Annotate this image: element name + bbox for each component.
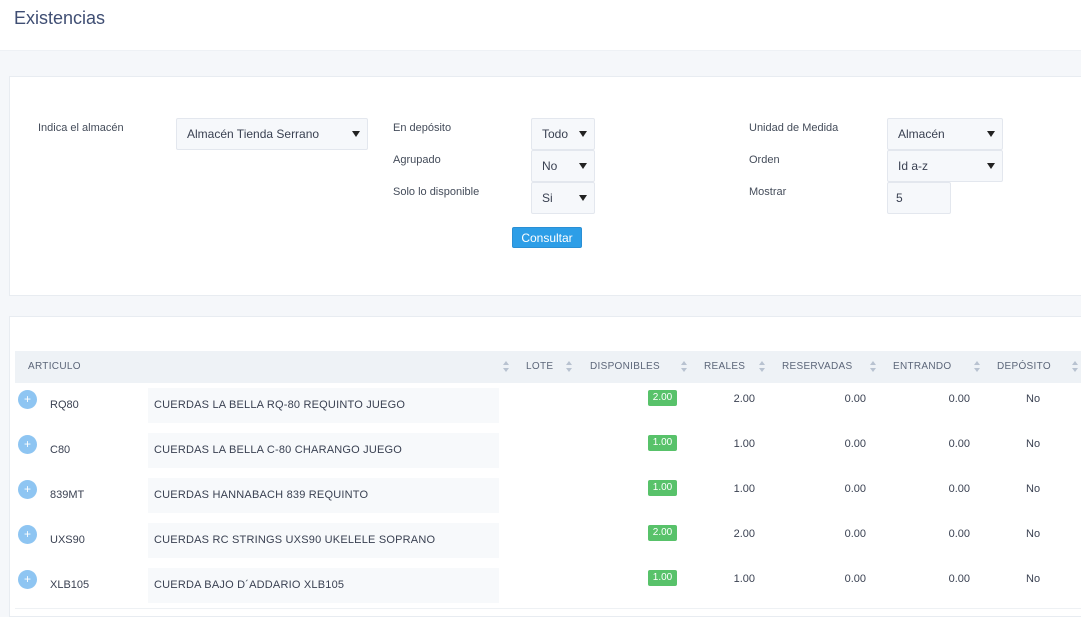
chevron-down-icon: [579, 195, 587, 201]
table-row: + 839MT CUERDAS HANNABACH 839 REQUINTO 1…: [15, 473, 1081, 519]
column-disponibles[interactable]: DISPONIBLES: [590, 351, 660, 383]
article-description: CUERDAS LA BELLA RQ-80 REQUINTO JUEGO: [154, 399, 406, 411]
chevron-down-icon: [352, 131, 360, 137]
deposit-label: En depósito: [393, 122, 452, 134]
chevron-down-icon: [987, 131, 995, 137]
order-select-value: Id a-z: [898, 159, 929, 173]
available-badge: 2.00: [648, 525, 677, 541]
consultar-button[interactable]: Consultar: [512, 227, 582, 248]
reales-value: 1.00: [733, 483, 755, 495]
entrando-value: 0.00: [948, 483, 970, 495]
expand-row-icon[interactable]: +: [18, 525, 37, 544]
entrando-value: 0.00: [948, 528, 970, 540]
sort-icon[interactable]: [974, 361, 980, 373]
article-code: C80: [50, 444, 71, 456]
sort-icon[interactable]: [681, 361, 687, 373]
table-header: ARTICULO LOTE DISPONIBLES REALES RESERVA…: [15, 351, 1081, 383]
deposito-value: No: [1026, 438, 1041, 450]
reservadas-value: 0.00: [844, 393, 866, 405]
expand-row-icon[interactable]: +: [18, 570, 37, 589]
column-entrando[interactable]: ENTRANDO: [893, 351, 952, 383]
deposit-select-value: Todo: [542, 127, 569, 141]
available-badge: 1.00: [648, 570, 677, 586]
article-description: CUERDAS LA BELLA C-80 CHARANGO JUEGO: [154, 444, 403, 456]
reservadas-value: 0.00: [844, 573, 866, 585]
show-label: Mostrar: [749, 186, 787, 198]
column-lote[interactable]: LOTE: [526, 351, 553, 383]
available-badge: 2.00: [648, 390, 677, 406]
entrando-value: 0.00: [948, 573, 970, 585]
table-row: + XLB105 CUERDA BAJO D´ADDARIO XLB105 1.…: [15, 563, 1081, 609]
article-description: CUERDA BAJO D´ADDARIO XLB105: [154, 579, 345, 591]
article-code: XLB105: [50, 579, 90, 591]
show-input[interactable]: 5: [887, 182, 951, 214]
expand-row-icon[interactable]: +: [18, 480, 37, 499]
reales-value: 1.00: [733, 438, 755, 450]
column-articulo[interactable]: ARTICULO: [28, 351, 81, 383]
column-reservadas[interactable]: RESERVADAS: [782, 351, 852, 383]
deposito-value: No: [1026, 573, 1041, 585]
warehouse-label: Indica el almacén: [38, 122, 124, 134]
order-label: Orden: [749, 154, 780, 166]
show-input-value: 5: [896, 191, 903, 205]
table-row: + C80 CUERDAS LA BELLA C-80 CHARANGO JUE…: [15, 428, 1081, 474]
available-badge: 1.00: [648, 480, 677, 496]
available-badge: 1.00: [648, 435, 677, 451]
chevron-down-icon: [579, 163, 587, 169]
sort-icon[interactable]: [759, 361, 765, 373]
unit-label: Unidad de Medida: [749, 122, 839, 134]
article-code: UXS90: [50, 534, 85, 546]
deposito-value: No: [1026, 483, 1041, 495]
available-select[interactable]: Si: [531, 182, 595, 214]
sort-icon[interactable]: [566, 361, 572, 373]
expand-row-icon[interactable]: +: [18, 390, 37, 409]
sort-icon[interactable]: [503, 361, 509, 373]
reales-value: 2.00: [733, 393, 755, 405]
reales-value: 1.00: [733, 573, 755, 585]
unit-select[interactable]: Almacén: [887, 118, 1003, 150]
page-title: Existencias: [14, 8, 106, 28]
grouped-label: Agrupado: [393, 154, 441, 166]
filters-panel: Indica el almacén Almacén Tienda Serrano…: [9, 76, 1081, 296]
available-select-value: Si: [542, 191, 553, 205]
deposito-value: No: [1026, 393, 1041, 405]
article-description: CUERDAS RC STRINGS UXS90 UKELELE SOPRANO: [154, 534, 436, 546]
warehouse-select-value: Almacén Tienda Serrano: [187, 127, 320, 141]
table-row: + RQ80 CUERDAS LA BELLA RQ-80 REQUINTO J…: [15, 383, 1081, 429]
reservadas-value: 0.00: [844, 438, 866, 450]
stock-panel: ARTICULO LOTE DISPONIBLES REALES RESERVA…: [9, 316, 1081, 617]
chevron-down-icon: [579, 131, 587, 137]
article-code: 839MT: [50, 489, 85, 501]
reservadas-value: 0.00: [844, 528, 866, 540]
article-description: CUERDAS HANNABACH 839 REQUINTO: [154, 489, 369, 501]
expand-row-icon[interactable]: +: [18, 435, 37, 454]
reservadas-value: 0.00: [844, 483, 866, 495]
column-reales[interactable]: REALES: [704, 351, 745, 383]
unit-select-value: Almacén: [898, 127, 945, 141]
chevron-down-icon: [987, 163, 995, 169]
grouped-select[interactable]: No: [531, 150, 595, 182]
article-code: RQ80: [50, 399, 79, 411]
deposito-value: No: [1026, 528, 1041, 540]
available-label: Solo lo disponible: [393, 186, 480, 198]
sort-icon[interactable]: [870, 361, 876, 373]
sort-icon[interactable]: [1072, 361, 1078, 373]
grouped-select-value: No: [542, 159, 558, 173]
entrando-value: 0.00: [948, 393, 970, 405]
deposit-select[interactable]: Todo: [531, 118, 595, 150]
column-deposito[interactable]: DEPÓSITO: [997, 351, 1051, 383]
reales-value: 2.00: [733, 528, 755, 540]
order-select[interactable]: Id a-z: [887, 150, 1003, 182]
entrando-value: 0.00: [948, 438, 970, 450]
warehouse-select[interactable]: Almacén Tienda Serrano: [176, 118, 368, 150]
page-header: Existencias: [0, 0, 1081, 51]
table-row: + UXS90 CUERDAS RC STRINGS UXS90 UKELELE…: [15, 518, 1081, 564]
